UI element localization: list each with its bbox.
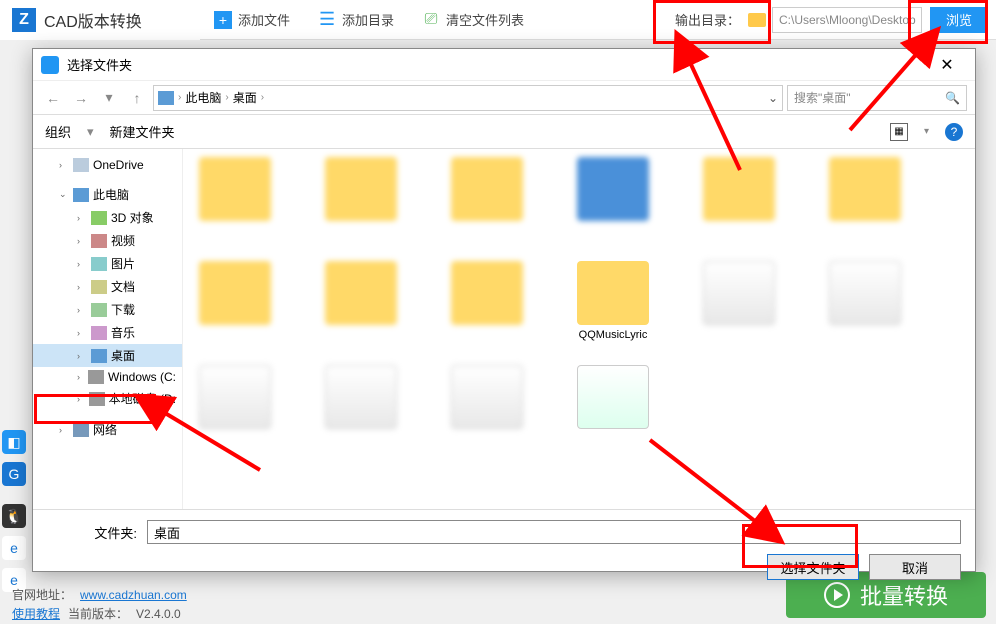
chevron-right-icon: › [178,92,181,103]
folder-item[interactable] [443,157,531,237]
tree-downloads[interactable]: ›下载 [33,298,182,321]
tree-3d-objects[interactable]: ›3D 对象 [33,206,182,229]
breadcrumb-pc[interactable]: 此电脑 [185,89,221,106]
files-pane[interactable]: QQMusicLyric [183,149,975,509]
breadcrumb[interactable]: › 此电脑 › 桌面 › ⌄ [153,85,783,111]
sidebar-ie-icon[interactable]: e [2,536,26,560]
add-file-label: 添加文件 [238,10,290,29]
app-logo-icon: Z [12,8,36,32]
plus-icon: + [214,11,232,29]
breadcrumb-dropdown[interactable]: ⌄ [768,91,778,105]
browse-button[interactable]: 浏览 [930,7,988,33]
nav-history-button[interactable]: ▾ [97,86,121,110]
nav-up-button[interactable]: ↑ [125,86,149,110]
nav-back-button[interactable]: ← [41,86,65,110]
tree-documents[interactable]: ›文档 [33,275,182,298]
folder-tree: ›OneDrive ⌄此电脑 ›3D 对象 ›视频 ›图片 ›文档 ›下载 ›音… [33,149,183,509]
add-dir-button[interactable]: ☰ 添加目录 [304,0,408,40]
tree-drive-c[interactable]: ›Windows (C: [33,367,182,387]
tree-pictures[interactable]: ›图片 [33,252,182,275]
left-sidebar: ◧ G 🐧 e e [0,140,28,592]
search-icon: 🔍 [945,91,960,105]
clear-icon: ⎚ [422,11,440,29]
app-logo: Z CAD版本转换 [0,0,200,40]
new-folder-button[interactable]: 新建文件夹 [110,122,175,141]
folder-item[interactable] [443,261,531,341]
output-dir-label: 输出目录： [667,10,748,29]
folder-item[interactable] [191,157,279,237]
version-label: 当前版本： [68,605,128,622]
add-file-button[interactable]: + 添加文件 [200,0,304,40]
clear-label: 清空文件列表 [446,10,524,29]
chevron-right-icon: › [261,92,264,103]
folder-name-input[interactable] [147,520,961,544]
version-value: V2.4.0.0 [136,607,181,621]
folder-item[interactable] [695,157,783,237]
dialog-bottom: 文件夹: 选择文件夹 取消 [33,509,975,590]
app-title: CAD版本转换 [44,8,142,32]
output-path-field[interactable]: C:\Users\Mloong\Desktop [772,7,922,33]
dialog-toolbar: 组织 ▾ 新建文件夹 ▦ ▾ ? [33,115,975,149]
tree-drive-d[interactable]: ›本地磁盘 (D: [33,387,182,410]
sidebar-app-icon-1[interactable]: ◧ [2,430,26,454]
tree-this-pc[interactable]: ⌄此电脑 [33,183,182,206]
folder-qqmusic[interactable]: QQMusicLyric [569,261,657,341]
tree-onedrive[interactable]: ›OneDrive [33,155,182,175]
folder-dialog: 选择文件夹 ✕ ← → ▾ ↑ › 此电脑 › 桌面 › ⌄ 搜索"桌面" 🔍 … [32,48,976,572]
search-placeholder: 搜索"桌面" [794,89,851,106]
tree-desktop[interactable]: ›桌面 [33,344,182,367]
folder-item[interactable] [317,157,405,237]
folder-item[interactable] [191,261,279,341]
sidebar-qq-icon[interactable]: 🐧 [2,504,26,528]
app-toolbar: Z CAD版本转换 + 添加文件 ☰ 添加目录 ⎚ 清空文件列表 输出目录： C… [0,0,996,40]
file-item[interactable] [821,261,909,341]
search-input[interactable]: 搜索"桌面" 🔍 [787,85,967,111]
nav-forward-button[interactable]: → [69,86,93,110]
file-item[interactable] [317,365,405,445]
chevron-right-icon: › [225,92,228,103]
dialog-icon [41,56,59,74]
pc-icon [158,91,174,105]
sidebar-app-icon-2[interactable]: G [2,462,26,486]
file-item[interactable] [695,261,783,341]
tutorial-link[interactable]: 使用教程 [12,605,60,622]
tree-videos[interactable]: ›视频 [33,229,182,252]
clear-list-button[interactable]: ⎚ 清空文件列表 [408,0,538,40]
folder-icon [748,13,766,27]
tree-music[interactable]: ›音乐 [33,321,182,344]
file-item[interactable] [569,365,657,445]
list-icon: ☰ [318,11,336,29]
folder-item[interactable] [821,157,909,237]
folder-field-label: 文件夹: [47,523,137,542]
breadcrumb-desktop[interactable]: 桌面 [233,89,257,106]
organize-button[interactable]: 组织 [45,122,71,141]
view-mode-button[interactable]: ▦ [890,123,908,141]
folder-item[interactable] [569,157,657,237]
cancel-button[interactable]: 取消 [869,554,961,580]
help-button[interactable]: ? [945,123,963,141]
tree-network[interactable]: ›网络 [33,418,182,441]
file-item[interactable] [191,365,279,445]
dialog-titlebar: 选择文件夹 ✕ [33,49,975,81]
add-dir-label: 添加目录 [342,10,394,29]
dialog-body: ›OneDrive ⌄此电脑 ›3D 对象 ›视频 ›图片 ›文档 ›下载 ›音… [33,149,975,509]
file-item[interactable] [443,365,531,445]
folder-item[interactable] [317,261,405,341]
dialog-title: 选择文件夹 [67,55,927,74]
close-button[interactable]: ✕ [927,51,967,79]
select-folder-button[interactable]: 选择文件夹 [767,554,859,580]
dialog-nav: ← → ▾ ↑ › 此电脑 › 桌面 › ⌄ 搜索"桌面" 🔍 [33,81,975,115]
